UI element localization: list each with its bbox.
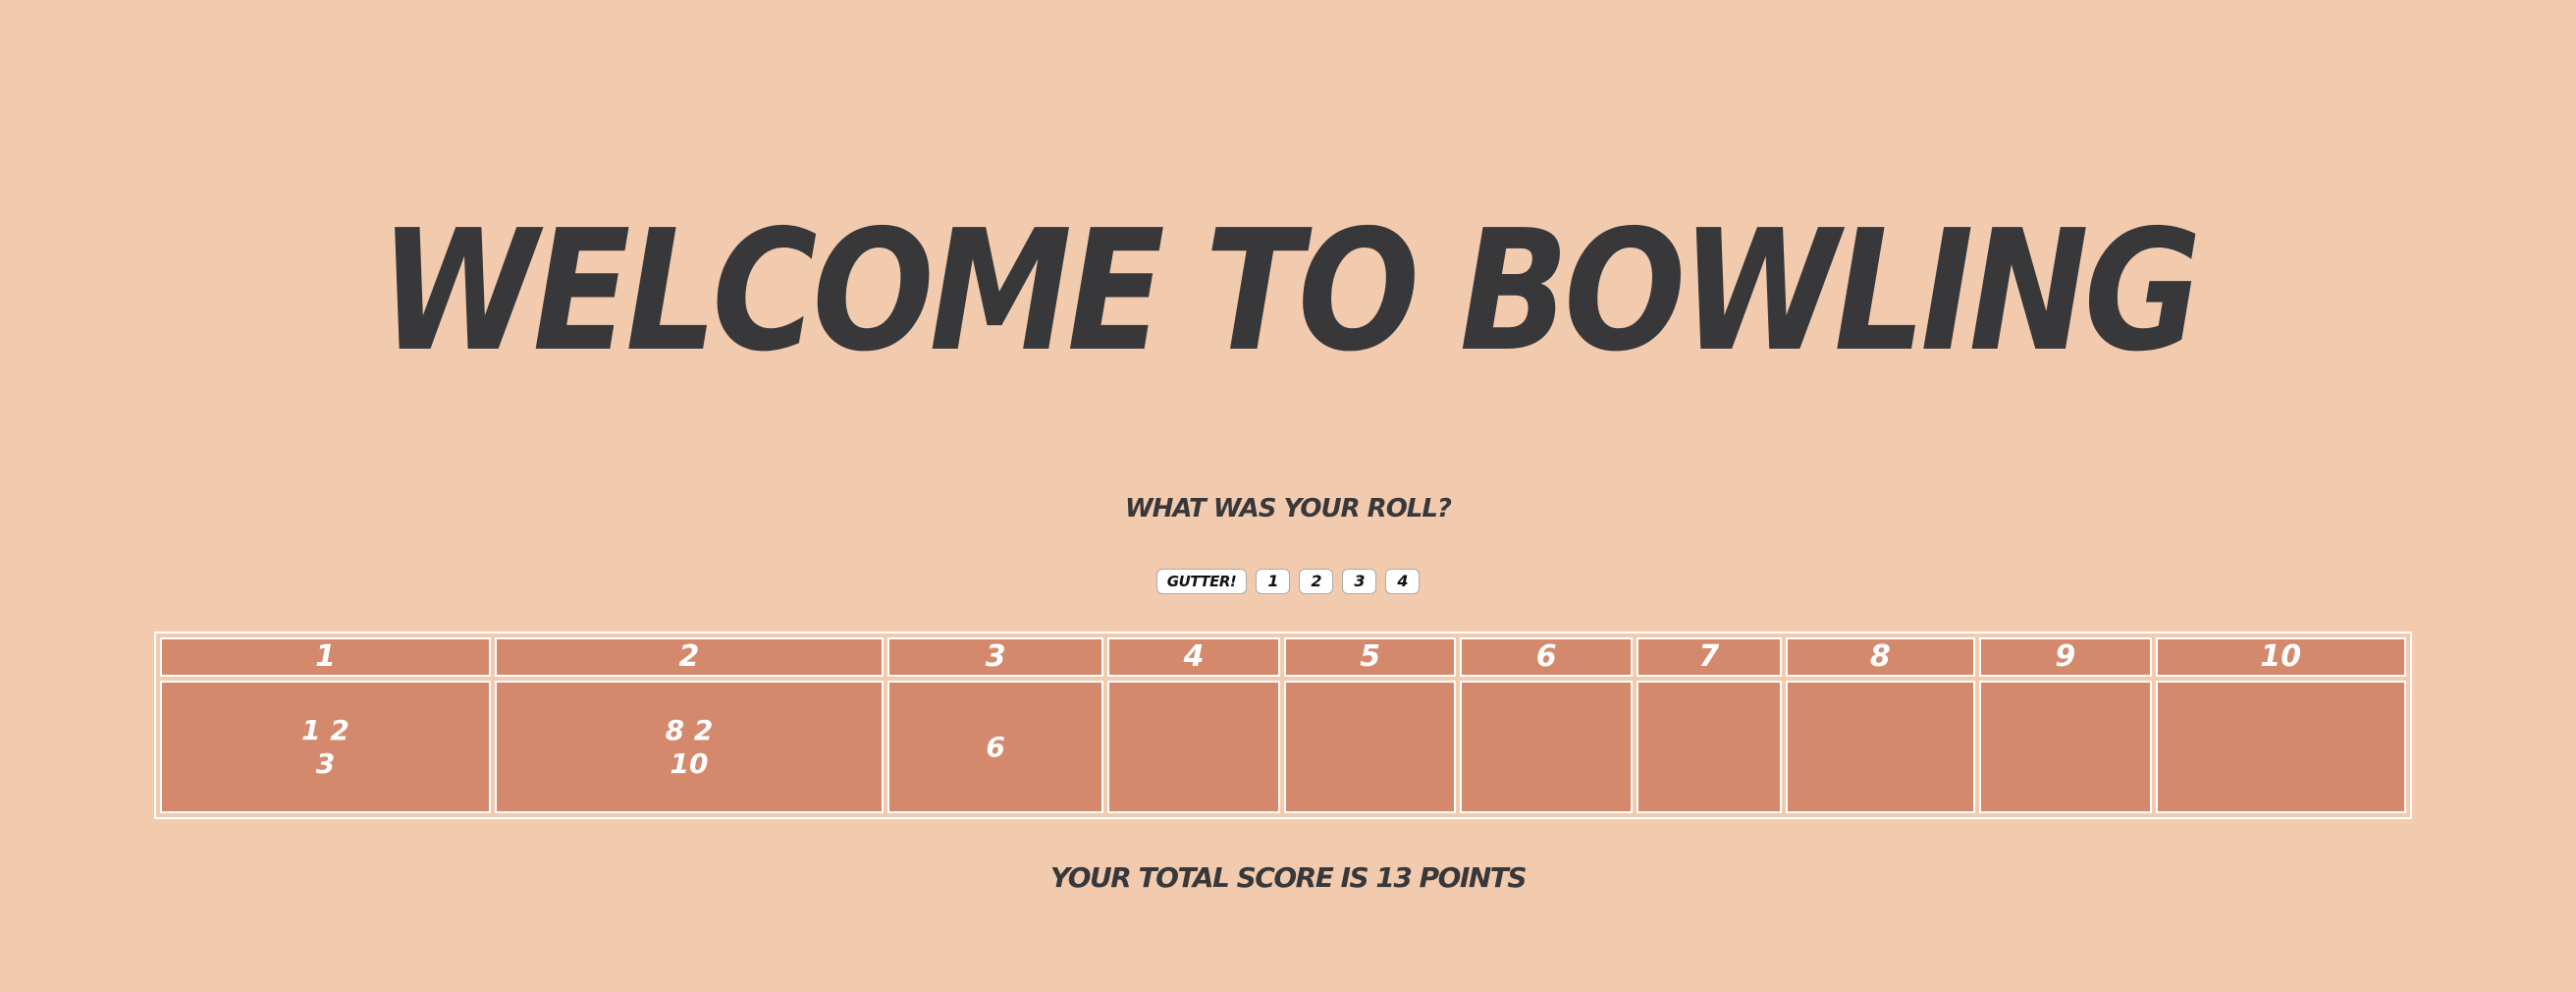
frame-rolls: 6 xyxy=(986,730,1005,763)
frame-number-9: 9 xyxy=(1979,637,2152,677)
frame-number-5: 5 xyxy=(1283,637,1457,677)
frame-number-2: 2 xyxy=(495,637,884,677)
frame-number-6: 6 xyxy=(1460,637,1633,677)
frame-cell-8 xyxy=(1785,681,1976,813)
frame-cell-7 xyxy=(1636,681,1782,813)
frame-cell-3: 6 xyxy=(886,681,1104,813)
total-score: YOUR TOTAL SCORE IS 13 POINTS xyxy=(1049,861,1528,894)
frame-score: 10 xyxy=(670,746,709,780)
page-title: WELCOME TO BOWLING xyxy=(379,194,2201,389)
frame-number-1: 1 xyxy=(160,637,492,677)
roll-2-button[interactable]: 2 xyxy=(1299,569,1334,594)
frame-score-row: 1 2 3 8 2 10 6 xyxy=(160,681,2406,813)
roll-3-button[interactable]: 3 xyxy=(1342,569,1377,594)
frame-cell-5 xyxy=(1283,681,1457,813)
frame-cell-2: 8 2 10 xyxy=(495,681,884,813)
frame-header-row: 1 2 3 4 5 6 7 8 9 10 xyxy=(160,637,2406,677)
frame-number-8: 8 xyxy=(1785,637,1976,677)
frame-number-7: 7 xyxy=(1636,637,1782,677)
frame-cell-1: 1 2 3 xyxy=(160,681,492,813)
frame-cell-10 xyxy=(2155,681,2406,813)
roll-button-group: GUTTER! 1 2 3 4 xyxy=(0,569,2576,594)
frame-score: 3 xyxy=(315,746,336,780)
roll-4-button[interactable]: 4 xyxy=(1385,569,1421,594)
scorecard: 1 2 3 4 5 6 7 8 9 10 1 2 3 8 2 10 6 xyxy=(154,632,2412,819)
frame-cell-4 xyxy=(1107,681,1280,813)
frame-cell-9 xyxy=(1979,681,2152,813)
frame-rolls: 1 2 xyxy=(301,713,349,746)
frame-number-4: 4 xyxy=(1107,637,1280,677)
roll-prompt: WHAT WAS YOUR ROLL? xyxy=(1124,494,1452,524)
frame-rolls: 8 2 xyxy=(665,713,714,746)
scorecard-table: 1 2 3 4 5 6 7 8 9 10 1 2 3 8 2 10 6 xyxy=(156,634,2410,817)
frame-cell-6 xyxy=(1460,681,1633,813)
gutter-button[interactable]: GUTTER! xyxy=(1155,569,1248,594)
roll-1-button[interactable]: 1 xyxy=(1256,569,1291,594)
frame-number-10: 10 xyxy=(2155,637,2406,677)
frame-number-3: 3 xyxy=(886,637,1104,677)
